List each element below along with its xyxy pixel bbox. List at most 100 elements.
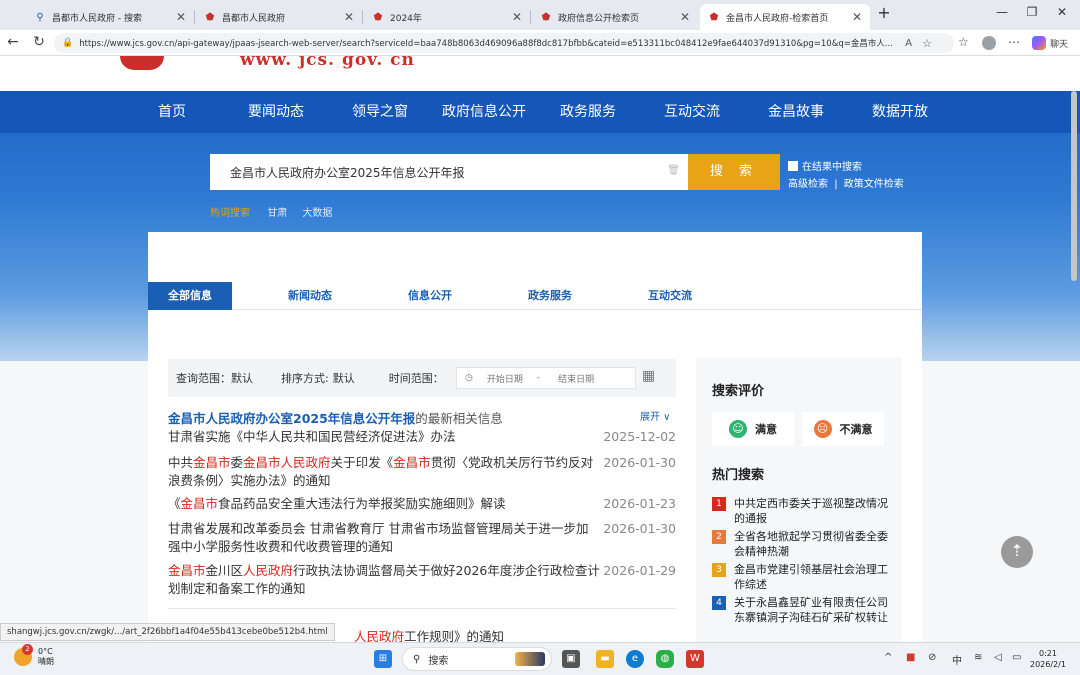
url-field[interactable]: 🔒 https://www.jcs.gov.cn/api-gateway/jpa…	[54, 33, 954, 53]
site-logo-url: www. jcs. gov. cn	[240, 56, 415, 70]
back-to-top-icon[interactable]: ⇡	[1001, 536, 1033, 568]
hot-word[interactable]: 甘肃	[267, 208, 287, 219]
result-title[interactable]: 《金昌市食品药品安全重大违法行为举报奖励实施细则》解读	[168, 495, 600, 513]
profile-avatar-icon[interactable]	[982, 36, 996, 50]
satisfied-label: 满意	[755, 423, 777, 436]
taskbar-search[interactable]: ⚲ 搜索	[402, 647, 552, 671]
result-title[interactable]: 金昌市金川区人民政府行政执法协调监督局关于做好2026年度涉企行政检查计划制定和…	[168, 562, 600, 598]
hot-item[interactable]: 1 中共定西市委关于巡视整改情况的通报	[712, 496, 888, 526]
nav-services[interactable]: 政务服务	[536, 91, 640, 133]
policy-search-link[interactable]: 政策文件检索	[844, 179, 904, 190]
hot-words-label: 热词搜索	[210, 208, 250, 219]
tray-expand-icon[interactable]: ^	[884, 652, 892, 663]
copilot-icon[interactable]	[1032, 36, 1046, 50]
advanced-search-link[interactable]: 高级检索	[788, 179, 828, 190]
favorites-icon[interactable]: ☆	[958, 35, 969, 49]
tab-3[interactable]: ⬟ 2024年 ✕	[364, 4, 530, 30]
back-icon[interactable]: ←	[4, 34, 22, 50]
new-tab-icon[interactable]: +	[872, 3, 896, 22]
weather-widget[interactable]: 2 0°C 晴朗	[14, 644, 54, 667]
tab-2[interactable]: ⬟ 昌都市人民政府 ✕	[196, 4, 362, 30]
task-view-icon[interactable]: ▣	[562, 650, 580, 668]
close-icon[interactable]: ✕	[512, 10, 522, 24]
search-in-results[interactable]: 在结果中搜索	[788, 158, 862, 173]
result-item[interactable]: 《金昌市食品药品安全重大违法行为举报奖励实施细则》解读 2026-01-23	[168, 495, 676, 513]
date-range-picker[interactable]: ◷ 开始日期 - 结束日期	[456, 367, 636, 389]
window-close-icon[interactable]: ✕	[1050, 5, 1074, 19]
hot-word[interactable]: 大数据	[302, 208, 332, 219]
hot-item[interactable]: 3 金昌市党建引领基层社会治理工作综述	[712, 562, 888, 592]
page-scrollbar[interactable]	[1071, 91, 1077, 281]
result-item[interactable]: 甘肃省发展和改革委员会 甘肃省教育厅 甘肃省市场监督管理局关于进一步加强中小学服…	[168, 520, 676, 556]
checkbox[interactable]	[788, 160, 798, 171]
minimize-icon[interactable]: —	[990, 5, 1014, 19]
start-menu-icon[interactable]: ⊞	[374, 650, 392, 668]
unsatisfied-button[interactable]: ☹ 不满意	[802, 412, 884, 446]
hot-item-text[interactable]: 中共定西市委关于巡视整改情况的通报	[734, 496, 888, 526]
hot-item[interactable]: 4 关于永昌鑫昱矿业有限责任公司东寨镇洞子沟硅石矿采矿权转让信息公示	[712, 595, 888, 625]
end-date-field[interactable]: 结束日期	[558, 372, 594, 385]
address-bar-row: ← ↻ 🔒 https://www.jcs.gov.cn/api-gateway…	[0, 30, 1080, 56]
wifi-icon[interactable]: ≋	[974, 652, 982, 663]
wechat-icon[interactable]: ◍	[656, 650, 674, 668]
advanced-links: 高级检索 | 政策文件检索	[788, 179, 904, 190]
close-icon[interactable]: ✕	[680, 10, 690, 24]
more-icon[interactable]: ⋯	[1008, 35, 1020, 49]
system-clock[interactable]: 0:21 2026/2/1	[1030, 648, 1066, 670]
refresh-icon[interactable]: ↻	[30, 34, 48, 50]
notify-off-icon[interactable]: ⊘	[928, 652, 936, 663]
result-date: 2025-12-02	[603, 429, 676, 444]
close-icon[interactable]: ✕	[176, 10, 186, 24]
file-explorer-icon[interactable]: ▬	[596, 650, 614, 668]
tab-4[interactable]: ⬟ 政府信息公开检索页 ✕	[532, 4, 698, 30]
wps-icon[interactable]: W	[686, 650, 704, 668]
scope-value[interactable]: 默认	[231, 370, 253, 386]
nav-gov-info[interactable]: 政府信息公开	[432, 91, 536, 133]
browser-tab-bar: ⚲ 昌都市人民政府 - 搜索 ✕ ⬟ 昌都市人民政府 ✕ ⬟ 2024年 ✕ ⬟…	[0, 0, 1080, 30]
sort-value[interactable]: 默认	[333, 370, 355, 386]
hot-item[interactable]: 2 全省各地掀起学习贯彻省委全委会精神热潮	[712, 529, 888, 559]
ime-indicator[interactable]: 中	[952, 652, 962, 667]
copilot-label[interactable]: 聊天	[1050, 37, 1068, 50]
result-item[interactable]: 金昌市金川区人民政府行政执法协调监督局关于做好2026年度涉企行政检查计划制定和…	[168, 562, 676, 598]
hot-item-text[interactable]: 全省各地掀起学习贯彻省委全委会精神热潮	[734, 529, 888, 559]
hot-item-text[interactable]: 关于永昌鑫昱矿业有限责任公司东寨镇洞子沟硅石矿采矿权转让信息公示	[734, 595, 888, 625]
result-title[interactable]: 甘肃省发展和改革委员会 甘肃省教育厅 甘肃省市场监督管理局关于进一步加强中小学服…	[168, 520, 600, 556]
tab-1[interactable]: ⚲ 昌都市人民政府 - 搜索 ✕	[26, 4, 194, 30]
hot-item-text[interactable]: 金昌市党建引领基层社会治理工作综述	[734, 562, 888, 592]
nav-home[interactable]: 首页	[120, 91, 224, 133]
clear-icon[interactable]: 🗑	[667, 165, 680, 176]
result-item[interactable]: 甘肃省实施《中华人民共和国民营经济促进法》办法 2025-12-02	[168, 428, 676, 446]
edge-icon[interactable]: e	[626, 650, 644, 668]
volume-icon[interactable]: ◁	[994, 652, 1002, 663]
nav-interaction[interactable]: 互动交流	[640, 91, 744, 133]
favorite-star-icon[interactable]: ☆	[922, 37, 932, 50]
close-icon[interactable]: ✕	[852, 10, 862, 24]
wps-tray-icon[interactable]: ■	[906, 652, 915, 663]
nav-stories[interactable]: 金昌故事	[744, 91, 848, 133]
read-aloud-icon[interactable]: A	[905, 38, 912, 49]
notification-badge: 2	[22, 644, 33, 655]
close-icon[interactable]: ✕	[344, 10, 354, 24]
web-page: www. jcs. gov. cn 首页 要闻动态 领导之窗 政府信息公开 政务…	[0, 56, 1080, 642]
calendar-icon[interactable]: ▦	[642, 368, 655, 384]
search-button[interactable]: 搜 索	[688, 154, 780, 190]
scope-label: 查询范围：	[176, 372, 231, 385]
expand-button[interactable]: 展开 ∨	[640, 408, 671, 423]
result-item-partial[interactable]: 人民政府工作规则》的通知	[354, 626, 504, 642]
result-item[interactable]: 中共金昌市委金昌市人民政府关于印发《金昌市贯彻〈党政机关厉行节约反对浪费条例〉实…	[168, 454, 676, 490]
nav-open-data[interactable]: 数据开放	[848, 91, 952, 133]
satisfied-button[interactable]: ☺ 满意	[712, 412, 794, 446]
result-title[interactable]: 甘肃省实施《中华人民共和国民营经济促进法》办法	[168, 428, 600, 446]
nav-leaders[interactable]: 领导之窗	[328, 91, 432, 133]
emblem-icon: ⬟	[709, 11, 719, 23]
maximize-icon[interactable]: ❐	[1020, 5, 1044, 19]
result-title[interactable]: 中共金昌市委金昌市人民政府关于印发《金昌市贯彻〈党政机关厉行节约反对浪费条例〉实…	[168, 454, 600, 490]
emblem-icon: ⬟	[205, 11, 215, 23]
start-date-field[interactable]: 开始日期	[487, 372, 523, 385]
tab-5-active[interactable]: ⬟ 金昌市人民政府-检索首页 ✕	[700, 4, 870, 30]
result-header-query[interactable]: 金昌市人民政府办公室2025年信息公开年报	[168, 411, 415, 426]
nav-news[interactable]: 要闻动态	[224, 91, 328, 133]
battery-icon[interactable]: ▭	[1012, 652, 1021, 663]
search-input[interactable]: 金昌市人民政府办公室2025年信息公开年报 🗑	[210, 154, 688, 190]
